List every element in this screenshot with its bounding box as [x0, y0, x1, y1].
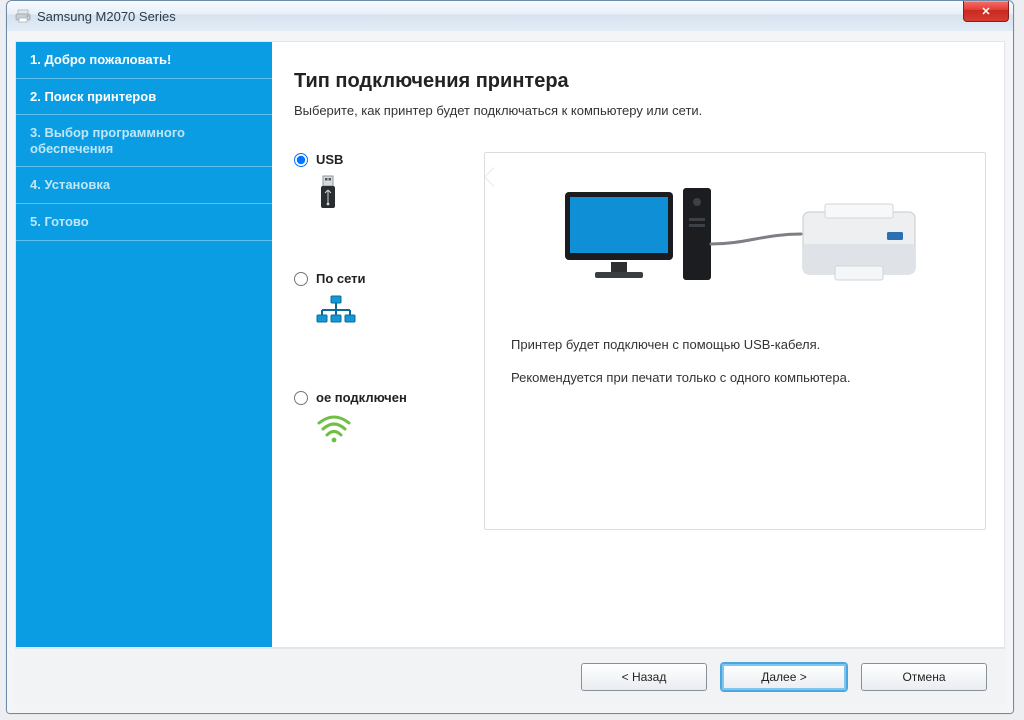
back-button[interactable]: < Назад	[581, 663, 707, 691]
option-usb[interactable]: USB	[294, 152, 484, 215]
network-icon	[316, 294, 356, 334]
wizard-steps-sidebar: 1. Добро пожаловать! 2. Поиск принтеров …	[16, 42, 272, 647]
step-welcome: 1. Добро пожаловать!	[16, 42, 272, 79]
main-panel: Тип подключения принтера Выберите, как п…	[272, 42, 1004, 647]
option-wireless[interactable]: ое подключен	[294, 390, 484, 454]
next-button[interactable]: Далее >	[721, 663, 847, 691]
cancel-button[interactable]: Отмена	[861, 663, 987, 691]
step-search-printers: 2. Поиск принтеров	[16, 79, 272, 116]
window-frame: Samsung M2070 Series ✕ 1. Добро пожалова…	[6, 0, 1014, 714]
info-text-line1: Принтер будет подключен с помощью USB-ка…	[511, 337, 959, 352]
radio-network[interactable]	[294, 272, 308, 286]
page-subtitle: Выберите, как принтер будет подключаться…	[294, 103, 986, 118]
wifi-icon	[316, 414, 356, 454]
step-done: 5. Готово	[16, 204, 272, 241]
option-network[interactable]: По сети	[294, 271, 484, 334]
step-install: 4. Установка	[16, 167, 272, 204]
radio-wireless[interactable]	[294, 391, 308, 405]
usb-icon	[316, 175, 356, 215]
usb-connection-illustration	[511, 169, 959, 319]
label-usb: USB	[316, 152, 343, 167]
titlebar: Samsung M2070 Series ✕	[7, 1, 1013, 32]
radio-usb[interactable]	[294, 153, 308, 167]
connection-options: USB	[294, 152, 484, 530]
printer-app-icon	[15, 8, 31, 24]
page-heading: Тип подключения принтера	[294, 70, 986, 93]
info-text-line2: Рекомендуется при печати только с одного…	[511, 370, 959, 385]
window-title: Samsung M2070 Series	[37, 9, 176, 24]
step-select-software: 3. Выбор программного обеспечения	[16, 115, 272, 167]
close-button[interactable]: ✕	[963, 1, 1009, 22]
connection-info-panel: Принтер будет подключен с помощью USB-ка…	[484, 152, 986, 530]
close-icon: ✕	[981, 5, 990, 18]
wizard-footer: < Назад Далее > Отмена	[15, 648, 1005, 705]
label-wireless: ое подключен	[316, 390, 407, 406]
label-network: По сети	[316, 271, 366, 286]
